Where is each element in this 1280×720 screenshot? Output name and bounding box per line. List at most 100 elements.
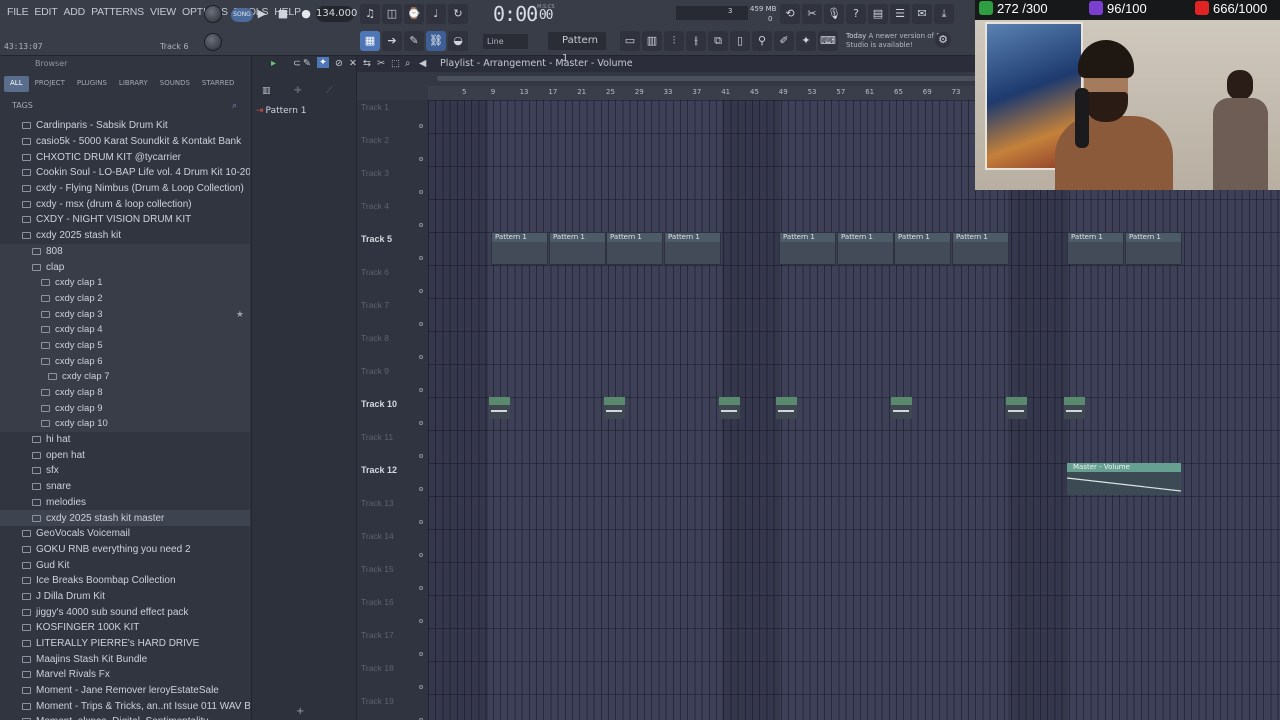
chat-icon[interactable]: ✉: [912, 4, 932, 24]
browser-item[interactable]: cxdy clap 4: [0, 321, 250, 338]
tab-library[interactable]: LIBRARY: [113, 76, 154, 92]
browser-item[interactable]: sfx: [0, 463, 250, 479]
tags-label[interactable]: TAGS: [12, 101, 33, 110]
audio-clip[interactable]: [1064, 397, 1085, 419]
mute-tool-icon[interactable]: ✕: [349, 58, 357, 69]
sliders-icon[interactable]: ⫲: [686, 31, 706, 51]
browser-item[interactable]: Maajins Stash Kit Bundle: [0, 651, 250, 667]
audio-clip[interactable]: [891, 397, 912, 419]
plugin-icon[interactable]: ⚲: [752, 31, 772, 51]
snap-select[interactable]: Line: [483, 34, 528, 49]
browser-item[interactable]: melodies: [0, 495, 250, 511]
track-label[interactable]: Track 11: [361, 432, 393, 442]
tab-project[interactable]: PROJECT: [29, 76, 71, 92]
pattern-clip[interactable]: Pattern 1: [606, 232, 663, 265]
browser-item[interactable]: Moment - Jane Remover leroyEstateSale: [0, 683, 250, 699]
piano-roll-icon[interactable]: ▥: [642, 31, 662, 51]
horizontal-scroll-thumb[interactable]: [437, 76, 1057, 81]
arrow-right-icon[interactable]: ➔: [382, 31, 402, 51]
track-label[interactable]: Track 1: [361, 102, 389, 112]
track-label[interactable]: Track 16: [361, 597, 394, 607]
browser-item[interactable]: CXDY - NIGHT VISION DRUM KIT: [0, 212, 250, 228]
track-mute-icon[interactable]: [419, 190, 423, 194]
blend-notes-icon[interactable]: ♩: [426, 4, 446, 24]
audio-clip[interactable]: [719, 397, 740, 419]
tab-plugins[interactable]: PLUGINS: [71, 76, 113, 92]
chain-link-icon[interactable]: ⛓: [426, 31, 446, 51]
tab-sounds[interactable]: SOUNDS: [154, 76, 196, 92]
pattern-select[interactable]: Pattern 1: [548, 32, 606, 64]
track-label[interactable]: Track 8: [361, 333, 389, 343]
track-label[interactable]: Track 18: [361, 663, 394, 673]
track-label[interactable]: Track 13: [361, 498, 394, 508]
channel-rack-icon[interactable]: ▭: [620, 31, 640, 51]
track-label[interactable]: Track 5: [361, 234, 392, 244]
mixer-icon[interactable]: ☰: [890, 4, 910, 24]
track-mute-icon[interactable]: [419, 619, 423, 623]
pattern-clip[interactable]: Pattern 1: [664, 232, 721, 265]
browser-item[interactable]: cxdy clap 10: [0, 416, 250, 432]
master-volume-knob[interactable]: [204, 5, 222, 23]
track-label[interactable]: Track 7: [361, 300, 389, 310]
browser-item[interactable]: jiggy's 4000 sub sound effect pack: [0, 604, 250, 620]
browser-item[interactable]: cxdy 2025 stash kit master: [0, 510, 250, 526]
playlist-view-icon[interactable]: ▦: [360, 31, 380, 51]
track-label[interactable]: Track 6: [361, 267, 389, 277]
clone-icon[interactable]: ⟋: [326, 86, 332, 96]
select-tool-icon[interactable]: ⬚: [391, 58, 400, 69]
playlist-grid[interactable]: [428, 100, 1280, 720]
keyboard-icon[interactable]: ⌨: [818, 31, 838, 51]
menu-patterns[interactable]: PATTERNS: [88, 6, 147, 18]
browser-item[interactable]: cxdy clap 1: [0, 274, 250, 291]
star-icon[interactable]: ★: [236, 309, 244, 320]
add-icon[interactable]: +: [296, 706, 304, 717]
playlist-menu-icon[interactable]: ▸: [271, 58, 276, 69]
brush-icon[interactable]: ✐: [774, 31, 794, 51]
pattern-clip[interactable]: Pattern 1: [894, 232, 951, 265]
file-icon[interactable]: ▯: [730, 31, 750, 51]
pattern-clip[interactable]: Pattern 1: [491, 232, 548, 265]
audio-clip[interactable]: [776, 397, 797, 419]
track-label[interactable]: Track 4: [361, 201, 389, 211]
delete-tool-icon[interactable]: ⊘: [335, 58, 343, 69]
track-mute-icon[interactable]: [419, 553, 423, 557]
tempo-display[interactable]: 134.000: [316, 6, 357, 22]
magnet-icon[interactable]: ⊂: [293, 58, 301, 69]
browser-item[interactable]: cxdy - Flying Nimbus (Drum & Loop Collec…: [0, 181, 250, 197]
track-mute-icon[interactable]: [419, 322, 423, 326]
slip-tool-icon[interactable]: ⇆: [363, 58, 371, 69]
tab-starred[interactable]: STARRED: [196, 76, 241, 92]
track-label[interactable]: Track 9: [361, 366, 389, 376]
track-mute-icon[interactable]: [419, 685, 423, 689]
track-mute-icon[interactable]: [419, 124, 423, 128]
browser-item[interactable]: 808: [0, 243, 250, 260]
track-mute-icon[interactable]: [419, 289, 423, 293]
paint-tool-icon[interactable]: ✦: [317, 57, 329, 68]
save-icon[interactable]: ▤: [868, 4, 888, 24]
search-icon[interactable]: ⌕: [232, 101, 237, 111]
stop-button[interactable]: ■: [273, 4, 293, 24]
track-label[interactable]: Track 12: [361, 465, 397, 475]
slice-tool-icon[interactable]: ✂: [377, 58, 385, 69]
browser-item[interactable]: Gud Kit: [0, 557, 250, 573]
picker-pattern-item[interactable]: ⇥ Pattern 1: [256, 106, 307, 116]
automation-clip[interactable]: Master - Volume: [1067, 463, 1181, 495]
track-label[interactable]: Track 10: [361, 399, 397, 409]
menu-file[interactable]: FILE: [4, 6, 31, 18]
piano-icon[interactable]: ▥: [262, 86, 271, 96]
track-mute-icon[interactable]: [419, 652, 423, 656]
help-icon[interactable]: ?: [846, 4, 866, 24]
track-mute-icon[interactable]: [419, 421, 423, 425]
browser-item[interactable]: cxdy clap 3 ★: [0, 306, 250, 322]
browser-item[interactable]: KOSFINGER 100K KIT: [0, 620, 250, 636]
browser-item[interactable]: cxdy clap 6: [0, 353, 250, 369]
browser-item[interactable]: Moment_elxnce_Digital_Sentimentality: [0, 714, 250, 720]
track-mute-icon[interactable]: [419, 586, 423, 590]
play-button[interactable]: ▶: [252, 4, 272, 24]
browser-item[interactable]: GeoVocals Voicemail: [0, 526, 250, 542]
playback-tool-icon[interactable]: ◀: [419, 58, 426, 69]
audio-clip[interactable]: [1006, 397, 1027, 419]
track-label[interactable]: Track 3: [361, 168, 389, 178]
track-mute-icon[interactable]: [419, 487, 423, 491]
cut-icon[interactable]: ✂: [802, 4, 822, 24]
